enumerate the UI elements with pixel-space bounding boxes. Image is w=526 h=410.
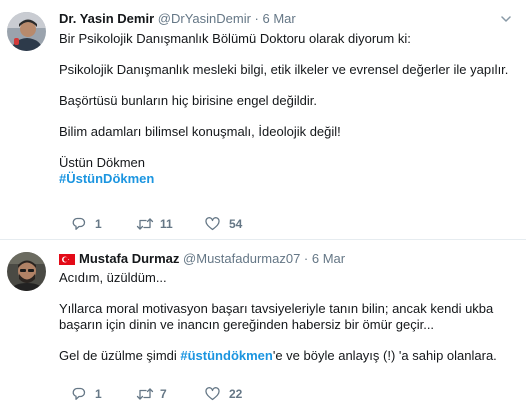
retweet-count: 7 [160,387,167,401]
reply-button[interactable]: 1 [72,384,102,404]
tweet[interactable]: Dr. Yasin Demir @DrYasinDemir · 6 Mar Bi… [0,0,526,240]
reply-count: 1 [95,387,102,401]
tweet-text-segment: 'e ve böyle anlayış (!) 'a sahip olanlar… [272,347,497,363]
author-handle[interactable]: @Mustafadurmaz07 [183,251,300,266]
reply-icon [72,217,86,231]
reply-icon [72,387,86,401]
retweet-button[interactable]: 11 [136,214,173,234]
tweet-line: Bir Psikolojik Danışmanlık Bölümü Doktor… [59,31,411,46]
tweet[interactable]: Mustafa Durmaz @Mustafadurmaz07 · 6 Mar … [0,240,526,410]
tweet-line: Bilim adamları bilimsel konuşmalı, İdeol… [59,124,341,139]
avatar[interactable] [7,252,46,291]
like-count: 22 [229,387,243,401]
tweet-date[interactable]: 6 Mar [312,251,345,266]
separator-dot: · [254,11,259,26]
turkey-flag-icon [59,252,75,265]
author-name[interactable]: Mustafa Durmaz [79,251,179,266]
reply-button[interactable]: 1 [72,214,102,234]
author-handle[interactable]: @DrYasinDemir [158,11,251,26]
tweet-date[interactable]: 6 Mar [263,11,296,26]
tweet-line: Acıdım, üzüldüm... [59,270,167,285]
tweet-line: Psikolojik Danışmanlık mesleki bilgi, et… [59,62,509,77]
retweet-icon [136,387,154,401]
hashtag-link[interactable]: #ÜstünDökmen [59,171,154,186]
like-button[interactable]: 54 [205,214,242,234]
like-button[interactable]: 22 [205,384,242,404]
chevron-down-icon[interactable] [500,10,512,28]
tweet-line: Başörtüsü bunların hiç birisine engel de… [59,93,317,108]
tweet-line: Üstün Dökmen [59,155,145,170]
reply-count: 1 [95,217,102,231]
retweet-count: 11 [160,217,173,231]
tweet-text: Bir Psikolojik Danışmanlık Bölümü Doktor… [59,31,514,186]
separator-dot: · [303,251,309,266]
retweet-icon [136,217,154,231]
tweet-line: Gel de üzülme şimdi #üstündökmen'e ve bö… [59,348,514,364]
like-icon [205,217,220,231]
author-name[interactable]: Dr. Yasin Demir [59,11,154,26]
tweet-text: Acıdım, üzüldüm... Yıllarca moral motiva… [59,270,514,363]
like-icon [205,387,220,401]
like-count: 54 [229,217,243,231]
tweet-text-segment: Gel de üzülme şimdi [59,347,181,363]
tweet-header: Dr. Yasin Demir @DrYasinDemir · 6 Mar [59,10,514,28]
retweet-button[interactable]: 7 [136,384,167,404]
tweet-line: Yıllarca moral motivasyon başarı tavsiye… [59,301,494,332]
avatar[interactable] [7,12,46,51]
tweet-header: Mustafa Durmaz @Mustafadurmaz07 · 6 Mar [59,250,514,268]
hashtag-link[interactable]: #üstündökmen [180,348,272,363]
